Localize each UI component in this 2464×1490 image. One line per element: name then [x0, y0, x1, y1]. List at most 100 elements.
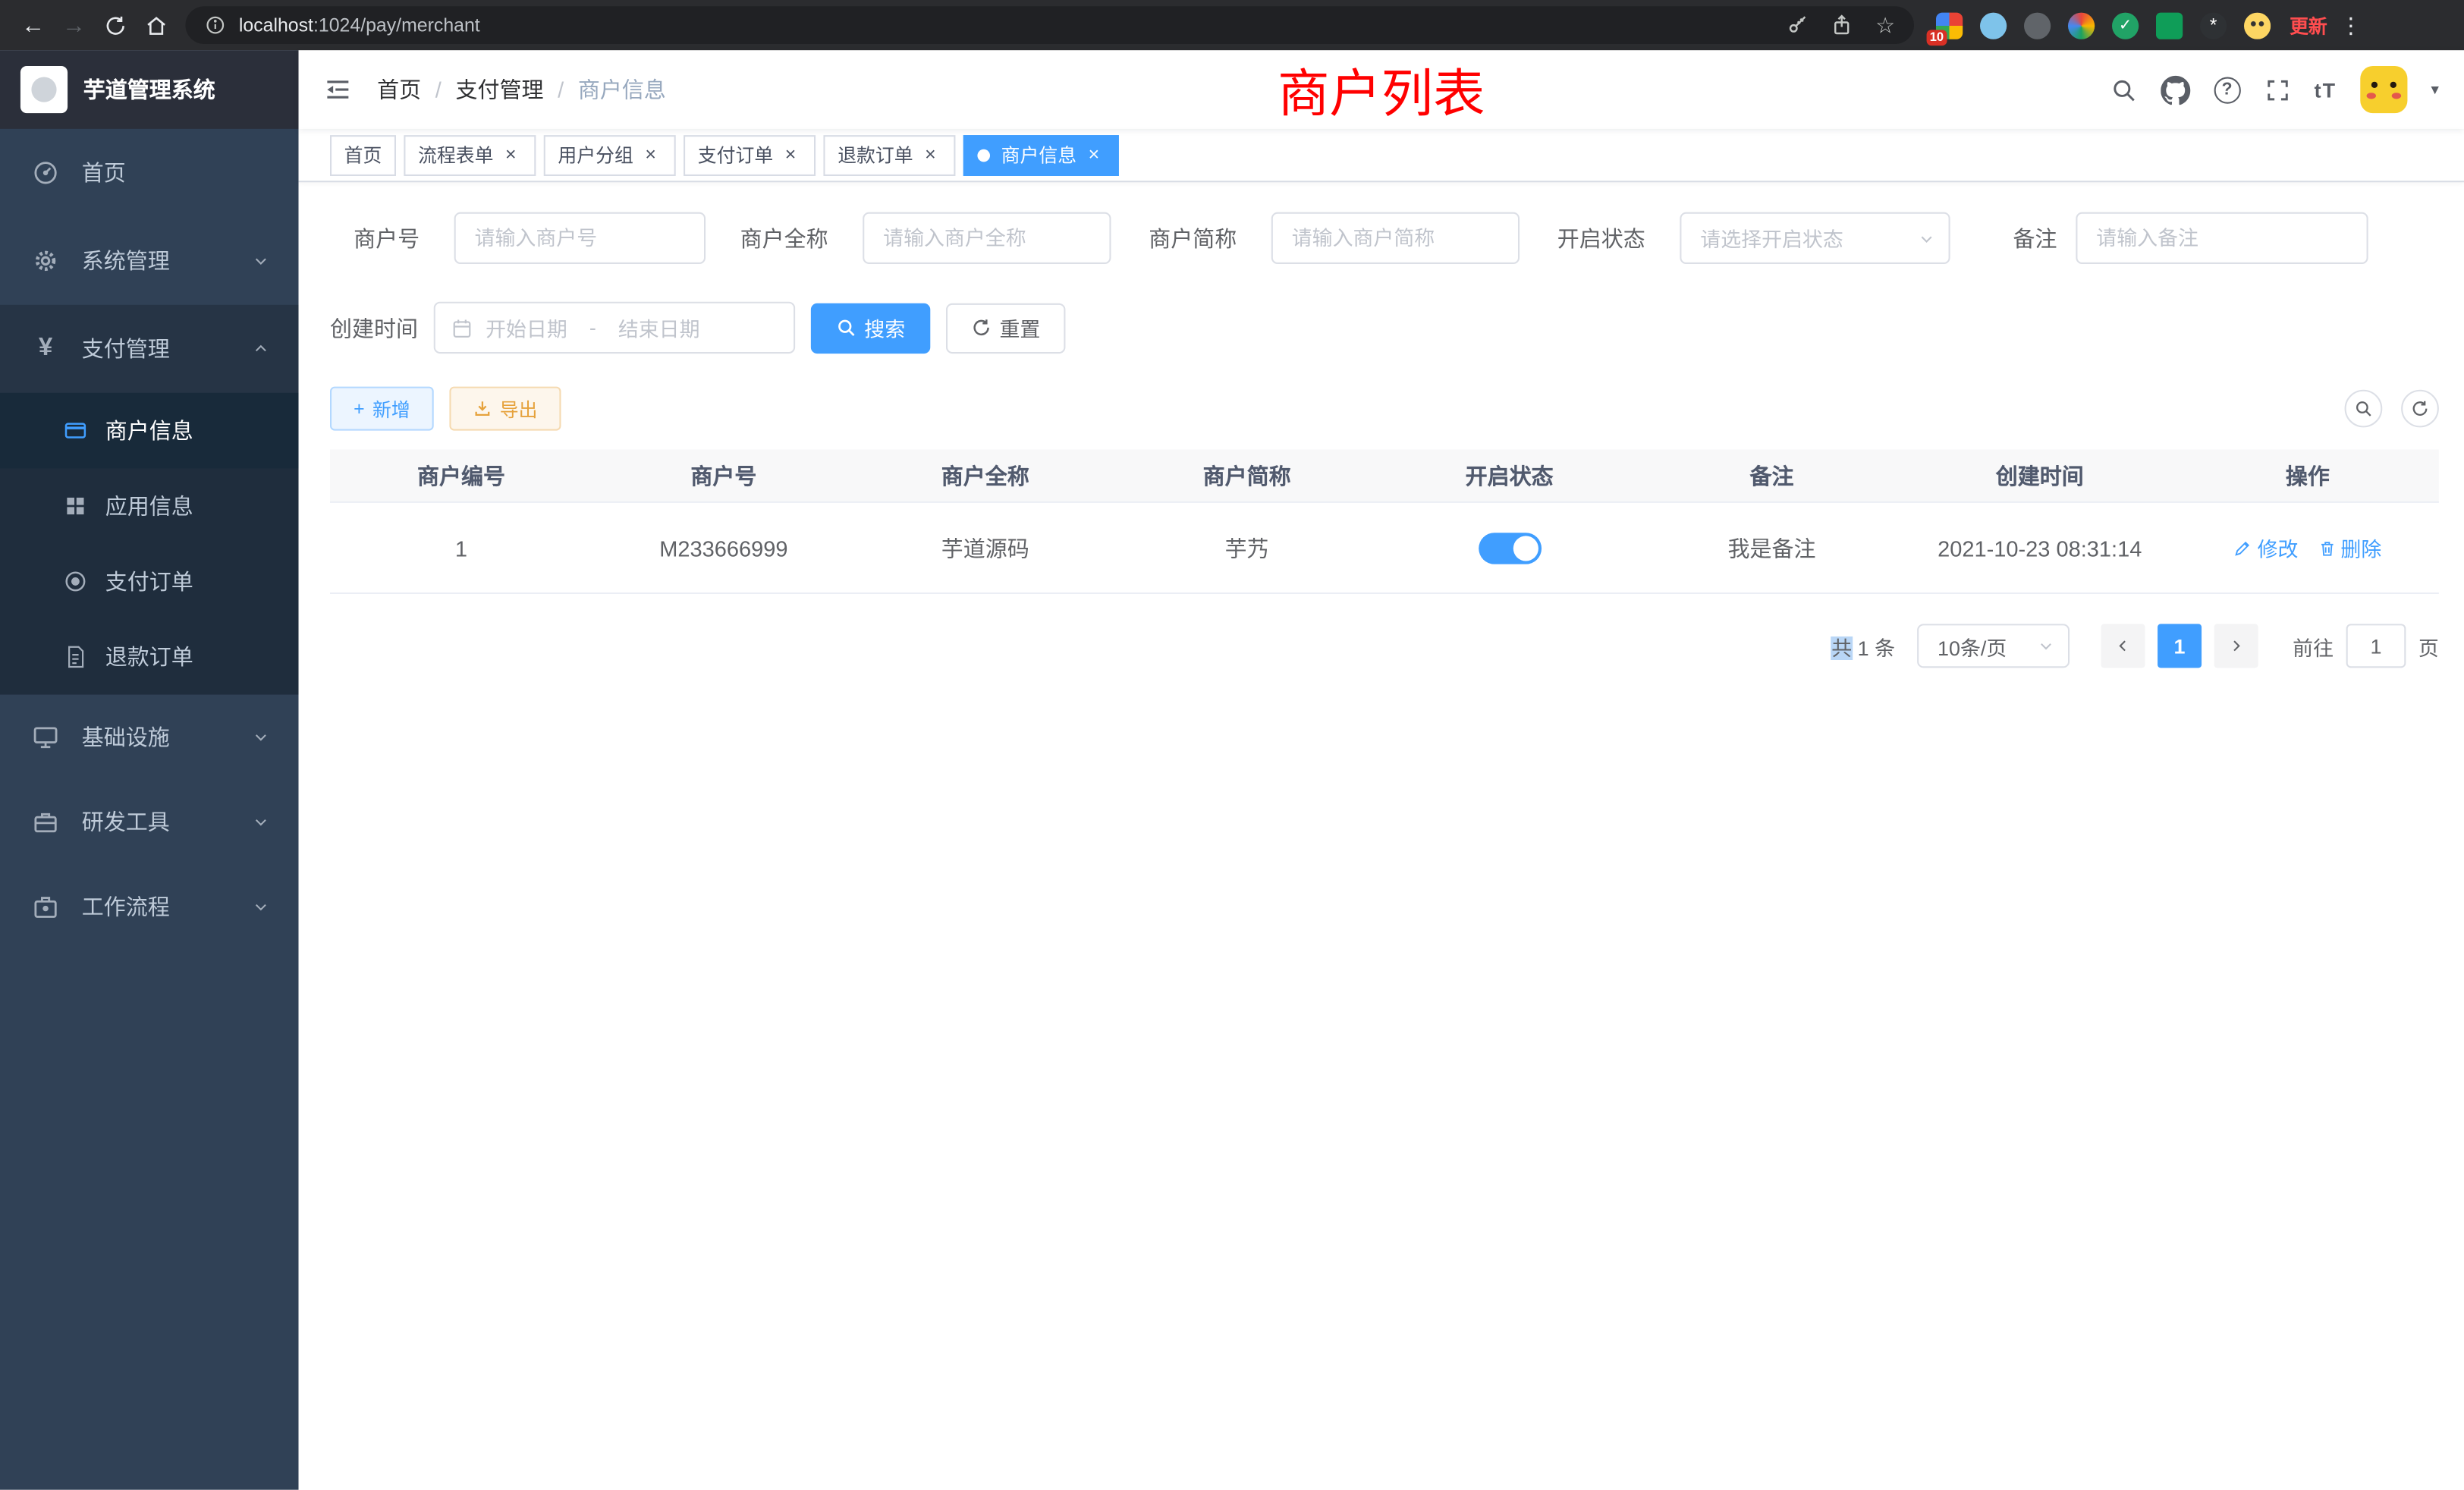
reload-icon[interactable] [94, 5, 135, 46]
sidebar-item-dev-tools[interactable]: 研发工具 [0, 779, 299, 864]
close-icon[interactable]: × [919, 144, 941, 166]
font-size-icon[interactable]: tT [2315, 78, 2337, 102]
sidebar-item-merchant-info[interactable]: 商户信息 [0, 393, 299, 468]
column-header: 操作 [2176, 460, 2439, 491]
goto-page-input[interactable] [2346, 624, 2406, 668]
add-button[interactable]: + 新增 [330, 387, 434, 431]
status-select-placeholder: 请选择开启状态 [1700, 223, 1917, 253]
status-toggle[interactable] [1478, 532, 1541, 563]
close-icon[interactable]: × [780, 144, 802, 166]
github-icon[interactable] [2161, 74, 2190, 104]
short-name-label: 商户简称 [1149, 222, 1237, 253]
tab-merchant-info[interactable]: 商户信息× [963, 134, 1119, 175]
tab-pay-order[interactable]: 支付订单× [684, 134, 816, 175]
show-search-toggle-button[interactable] [2345, 390, 2383, 428]
close-icon[interactable]: × [640, 144, 662, 166]
page-size-value: 10条/页 [1938, 631, 2037, 661]
search-button[interactable]: 搜索 [811, 303, 930, 353]
password-key-icon[interactable] [1787, 14, 1809, 36]
column-header: 商户简称 [1116, 460, 1378, 491]
status-select[interactable]: 请选择开启状态 [1680, 212, 1950, 264]
url-text: localhost:1024/pay/merchant [239, 14, 480, 36]
fullscreen-icon[interactable] [2264, 76, 2290, 102]
user-avatar[interactable] [2360, 66, 2407, 113]
extension-icon[interactable]: * [2200, 12, 2227, 39]
extension-icon[interactable] [1980, 12, 2007, 39]
prev-page-button[interactable] [2101, 624, 2145, 668]
add-button-label: 新增 [372, 395, 410, 422]
sidebar-item-pay-order[interactable]: 支付订单 [0, 544, 299, 619]
create-time-label: 创建时间 [330, 312, 418, 343]
briefcase-icon [31, 893, 59, 921]
sidebar-item-system[interactable]: 系统管理 [0, 217, 299, 305]
pagination-total-highlight: 共 [1831, 636, 1852, 659]
forward-icon[interactable]: → [53, 5, 94, 46]
table-header-row: 商户编号 商户号 商户全称 商户简称 开启状态 备注 创建时间 操作 [330, 449, 2439, 502]
sidebar-menu: 首页 系统管理 ¥ 支付管理 [0, 129, 299, 949]
sidebar-item-refund-order[interactable]: 退款订单 [0, 619, 299, 694]
extension-icon[interactable] [2068, 12, 2095, 39]
browser-menu-icon[interactable]: ⋮ [2340, 12, 2362, 39]
remark-input[interactable] [2076, 212, 2368, 264]
refresh-icon [971, 317, 992, 338]
sidebar-item-home[interactable]: 首页 [0, 129, 299, 217]
reset-button[interactable]: 重置 [946, 303, 1065, 353]
gear-icon [31, 247, 59, 275]
tab-home[interactable]: 首页 [330, 134, 396, 175]
export-button[interactable]: 导出 [449, 387, 561, 431]
page-size-select[interactable]: 10条/页 [1917, 624, 2070, 668]
extension-icon[interactable] [2024, 12, 2051, 39]
page-unit-label: 页 [2418, 631, 2439, 661]
share-icon[interactable] [1831, 14, 1853, 36]
tab-process-form[interactable]: 流程表单× [404, 134, 536, 175]
cell-status [1378, 532, 1641, 563]
search-icon[interactable] [2110, 76, 2136, 102]
breadcrumb-home[interactable]: 首页 [377, 74, 421, 105]
short-name-input[interactable] [1271, 212, 1520, 264]
chrome-update-button[interactable]: 更新 [2290, 12, 2327, 39]
extension-icon[interactable]: ✓ [2112, 12, 2139, 39]
edit-button-label: 修改 [2258, 533, 2299, 562]
page-number-button[interactable]: 1 [2158, 624, 2202, 668]
help-icon[interactable]: ? [2214, 76, 2240, 102]
sidebar: 芋道管理系统 首页 系统管理 ¥ 支付管理 [0, 50, 299, 1489]
user-dropdown-caret-icon[interactable]: ▾ [2431, 81, 2438, 99]
create-time-range-picker[interactable]: 开始日期 - 结束日期 [434, 302, 795, 354]
breadcrumb-payment[interactable]: 支付管理 [455, 74, 543, 105]
sidebar-item-app-info[interactable]: 应用信息 [0, 468, 299, 543]
cell-merchant-id: 1 [330, 535, 592, 560]
remark-label: 备注 [2013, 222, 2057, 253]
edit-button[interactable]: 修改 [2234, 533, 2299, 562]
refresh-table-button[interactable] [2401, 390, 2439, 428]
grid-icon [63, 493, 88, 518]
hamburger-icon[interactable] [324, 75, 352, 103]
sidebar-item-label: 支付管理 [82, 333, 170, 364]
plus-icon: + [354, 398, 365, 420]
sidebar-item-workflow[interactable]: 工作流程 [0, 864, 299, 949]
column-header: 商户编号 [330, 460, 592, 491]
next-page-button[interactable] [2214, 624, 2258, 668]
delete-button-label: 删除 [2340, 533, 2381, 562]
sidebar-item-infrastructure[interactable]: 基础设施 [0, 695, 299, 780]
tab-refund-order[interactable]: 退款订单 × [824, 134, 956, 175]
document-icon [63, 644, 88, 669]
sidebar-item-label: 支付订单 [105, 566, 193, 597]
tab-user-group[interactable]: 用户分组 × [544, 134, 676, 175]
profile-avatar-icon[interactable] [2244, 12, 2271, 39]
home-icon[interactable] [135, 5, 176, 46]
site-info-icon[interactable] [204, 14, 226, 36]
tab-label: 用户分组 [558, 141, 633, 168]
extension-icon[interactable] [2156, 12, 2183, 39]
chevron-left-icon [2114, 637, 2132, 655]
merchant-no-input[interactable] [454, 212, 706, 264]
extension-icon[interactable]: 10 [1936, 12, 1963, 39]
address-bar[interactable]: localhost:1024/pay/merchant ☆ [185, 6, 1914, 44]
sidebar-item-payment[interactable]: ¥ 支付管理 [0, 305, 299, 393]
tab-label: 退款订单 [838, 141, 913, 168]
back-icon[interactable]: ← [13, 5, 54, 46]
full-name-input[interactable] [863, 212, 1111, 264]
bookmark-star-icon[interactable]: ☆ [1875, 12, 1895, 39]
close-icon[interactable]: × [1083, 144, 1105, 166]
close-icon[interactable]: × [500, 144, 522, 166]
delete-button[interactable]: 删除 [2317, 533, 2381, 562]
